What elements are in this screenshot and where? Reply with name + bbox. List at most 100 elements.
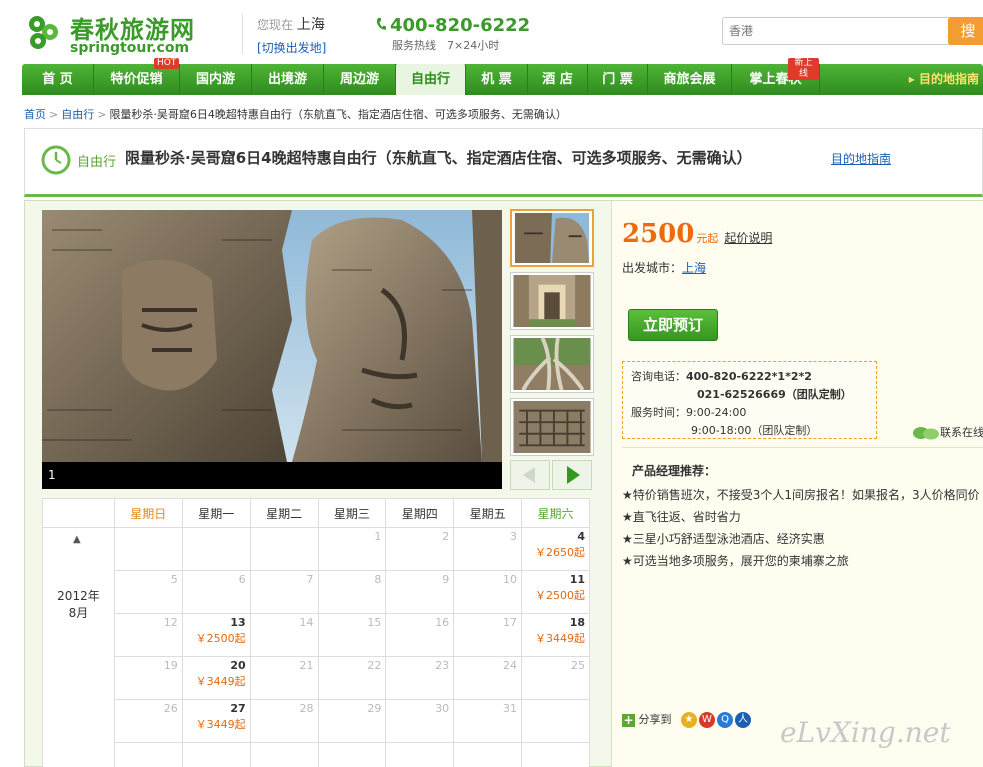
day-price: ￥3449起: [535, 632, 585, 645]
calendar-day: 9: [385, 570, 455, 614]
prev-month-arrow-icon[interactable]: ▲: [73, 534, 81, 545]
calendar-day: 21: [249, 656, 319, 700]
weekday-label: 星期日: [113, 498, 183, 528]
calendar-corner: [42, 498, 115, 528]
calendar-month: 8月: [68, 605, 89, 620]
weibo-share-icon[interactable]: W: [699, 712, 715, 728]
calendar-day: 19: [113, 656, 183, 700]
nav-item-nearby[interactable]: 周边游: [324, 64, 396, 95]
weekday-label: 星期一: [181, 498, 251, 528]
nav-item-specials[interactable]: 特价促销 HOT: [94, 58, 180, 95]
calendar-month-cell: ▲ 2012年 8月: [42, 527, 115, 767]
recommendation-item: ★特价销售班次，不接受3个人1间房报名！如果报名，3人价格同价: [622, 488, 980, 502]
day-price: ￥3449起: [195, 675, 246, 688]
calendar-week-row: 26 27 ￥3449起 28 29 30 31: [43, 699, 590, 743]
day-number: 31: [503, 702, 518, 715]
calendar-day: 23: [385, 656, 455, 700]
thumbnail-1[interactable]: [510, 209, 594, 267]
calendar-week-row: ▲ 2012年 8月 1 2 3 4 ￥2650起: [42, 527, 590, 767]
site-logo[interactable]: 春秋旅游网 springtour.com: [24, 10, 204, 56]
depart-city-link[interactable]: 上海: [682, 261, 706, 275]
calendar-day: [181, 742, 251, 767]
breadcrumb-section[interactable]: 自由行: [61, 108, 94, 121]
location-switcher: 您现在 上海 [切换出发地]: [242, 14, 342, 56]
day-number: 14: [299, 616, 314, 629]
nav-item-flights[interactable]: 机 票: [466, 64, 528, 95]
weekday-label: 星期三: [317, 498, 387, 528]
recommendation-item: ★直飞往返、省时省力: [622, 510, 741, 524]
phone-icon: [376, 18, 386, 30]
nav-item-free-travel[interactable]: 自由行: [396, 64, 466, 95]
day-number: 1: [374, 530, 382, 543]
calendar-day: [113, 527, 183, 571]
calendar-day: 22: [317, 656, 387, 700]
nav-item-domestic[interactable]: 国内游: [180, 64, 252, 95]
nav-item-home[interactable]: 首 页: [22, 64, 94, 95]
recommendation-item: ★可选当地多项服务，展开您的柬埔寨之旅: [622, 554, 849, 568]
calendar-day-available[interactable]: 4 ￥2650起: [521, 527, 590, 571]
nav-item-tickets[interactable]: 门 票: [588, 64, 648, 95]
tencent-share-icon[interactable]: Q: [717, 712, 733, 728]
price-block: 2500 元起 起价说明: [622, 219, 772, 249]
thumbnail-4[interactable]: [510, 398, 594, 456]
arrow-left-icon: [523, 467, 535, 483]
day-number: 19: [163, 659, 178, 672]
day-number: 27: [230, 702, 246, 715]
calendar-day: 10: [453, 570, 523, 614]
thumbnail-3[interactable]: [510, 335, 594, 393]
share-label: 分享到: [638, 713, 672, 726]
title-guide-link[interactable]: 目的地指南: [831, 150, 891, 167]
nav-item-mobile[interactable]: 掌上春秋 新上线: [732, 58, 820, 95]
day-number: 18: [569, 616, 585, 629]
price-explain-link[interactable]: 起价说明: [724, 231, 772, 245]
calendar-day-available[interactable]: 20 ￥3449起: [181, 656, 251, 700]
calendar-day-available[interactable]: 18 ￥3449起: [521, 613, 590, 657]
calendar-day: 25: [521, 656, 590, 700]
calendar-day: 30: [385, 699, 455, 743]
price-value: 2500: [622, 219, 695, 249]
renren-share-icon[interactable]: 人: [735, 712, 751, 728]
calendar-day: 29: [317, 699, 387, 743]
nav-item-hotels[interactable]: 酒 店: [528, 64, 588, 95]
online-chat-link[interactable]: 联系在线: [912, 424, 983, 440]
calendar-day-available[interactable]: 27 ￥3449起: [181, 699, 251, 743]
search-input[interactable]: [722, 17, 952, 45]
day-number: 22: [367, 659, 382, 672]
calendar-day-available[interactable]: 11 ￥2500起: [521, 570, 590, 614]
day-number: 13: [230, 616, 246, 629]
calendar-day-available[interactable]: 13 ￥2500起: [181, 613, 251, 657]
calendar-day: 2: [385, 527, 455, 571]
destination-guide-link[interactable]: ▸ 目的地指南: [909, 64, 979, 95]
calendar-day: 16: [385, 613, 455, 657]
site-header: 春秋旅游网 springtour.com 您现在 上海 [切换出发地] 400-…: [0, 0, 983, 62]
calendar-day: [521, 742, 590, 767]
gallery-and-calendar: 1 星期日 星期一 星期二 星期三 星期四 星期五 星期六 ▲ 2012年 8月…: [39, 209, 599, 767]
thumbnail-2[interactable]: [510, 272, 594, 330]
day-number: 5: [170, 573, 178, 586]
product-kind: 自由行: [77, 155, 117, 170]
next-arrow-button[interactable]: [552, 460, 592, 490]
qzone-share-icon[interactable]: ★: [681, 712, 697, 728]
main-photo[interactable]: [42, 210, 502, 462]
nav-item-business[interactable]: 商旅会展: [648, 64, 732, 95]
calendar-day: [249, 742, 319, 767]
breadcrumb-home[interactable]: 首页: [24, 108, 46, 121]
prev-arrow-button[interactable]: [510, 460, 550, 490]
calendar-day: 17: [453, 613, 523, 657]
calendar-day: 5: [113, 570, 183, 614]
divider: [622, 447, 983, 448]
thumb-temple-corridor-image: [513, 275, 591, 327]
day-number: 12: [163, 616, 178, 629]
calendar-year: 2012年: [57, 588, 100, 603]
switch-city-link[interactable]: [切换出发地]: [257, 39, 342, 56]
day-number: 26: [163, 702, 178, 715]
day-price: ￥2650起: [535, 546, 585, 559]
calendar-week-row: 12 13 ￥2500起 14 15 16 17 18 ￥3449起: [43, 613, 590, 657]
search-button[interactable]: 搜: [948, 17, 983, 45]
day-number: 30: [435, 702, 450, 715]
calendar-day: 8: [317, 570, 387, 614]
plus-icon[interactable]: +: [622, 713, 635, 727]
book-now-button[interactable]: 立即预订: [628, 309, 718, 341]
nav-item-outbound[interactable]: 出境游: [252, 64, 324, 95]
watermark: eLvXing.net: [780, 716, 951, 749]
